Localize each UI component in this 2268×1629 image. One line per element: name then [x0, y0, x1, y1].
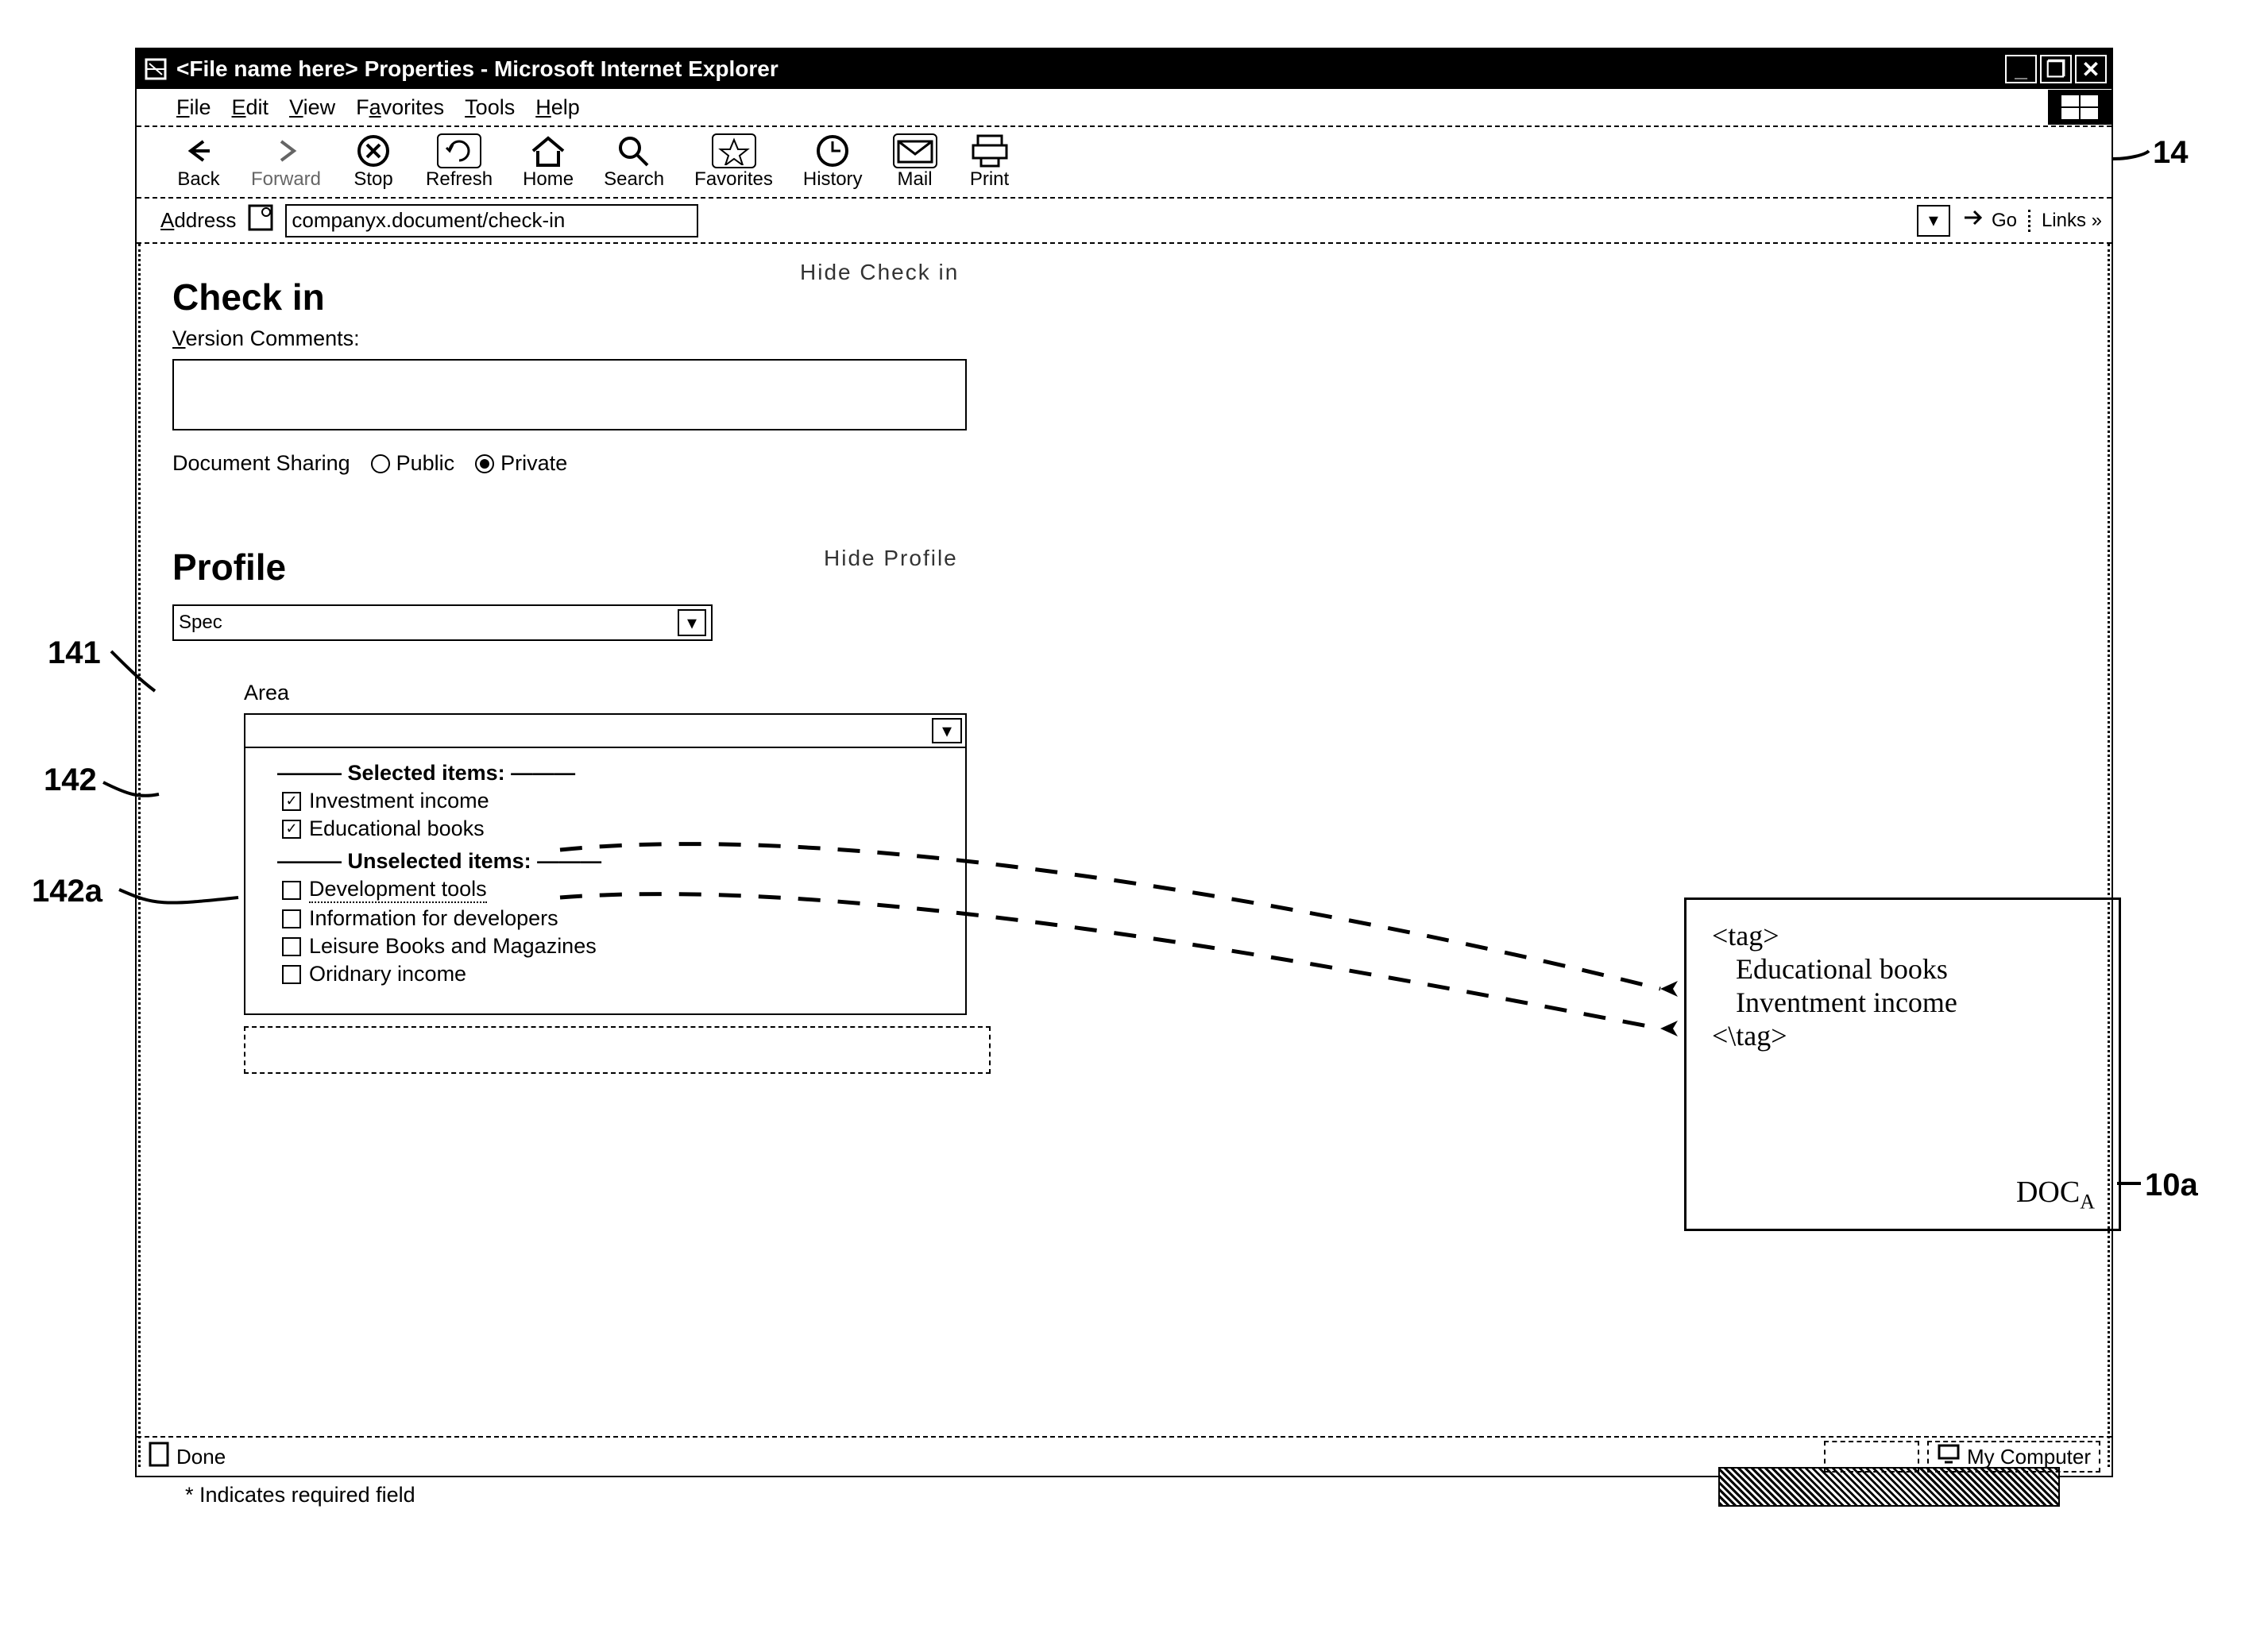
area-section: Area ▾ Selected items: Investment income… — [244, 681, 991, 1074]
annot-14: 14 — [2153, 135, 2189, 171]
forward-arrow-icon — [264, 133, 308, 168]
address-dropdown[interactable]: ▾ — [1917, 205, 1950, 237]
menu-help[interactable]: Help — [535, 95, 580, 120]
item-investment-income[interactable]: Investment income — [282, 789, 949, 813]
go-button[interactable]: Go — [1961, 206, 2017, 235]
forward-button[interactable]: Forward — [251, 133, 321, 191]
menu-favorites[interactable]: Favorites — [356, 95, 444, 120]
profile-heading: Profile — [172, 546, 713, 589]
computer-icon — [1937, 1443, 1961, 1471]
refresh-icon — [437, 133, 481, 168]
zone-segment: My Computer — [1927, 1441, 2100, 1473]
search-icon — [612, 133, 656, 168]
menu-file[interactable]: File — [176, 95, 211, 120]
item-development-tools[interactable]: Development tools — [282, 877, 949, 903]
address-label: Address — [160, 208, 236, 233]
minimize-button[interactable]: _ — [2005, 55, 2037, 83]
toolbar: Back Forward Stop Refresh Home — [137, 127, 2112, 199]
area-sub-frame — [244, 1026, 991, 1074]
unselected-items: Development tools Information for develo… — [282, 877, 949, 986]
close-button[interactable]: ✕ — [2075, 55, 2107, 83]
search-button[interactable]: Search — [604, 133, 664, 191]
ie-window: <File name here> Properties - Microsoft … — [135, 48, 2113, 1477]
required-note: * Indicates required field — [185, 1483, 415, 1507]
spec-value: Spec — [179, 612, 222, 634]
item-leisure-books[interactable]: Leisure Books and Magazines — [282, 934, 949, 959]
version-comments-input[interactable] — [172, 359, 967, 430]
area-label: Area — [244, 681, 991, 705]
back-arrow-icon — [176, 133, 221, 168]
dropdown-icon: ▾ — [678, 609, 706, 636]
spec-select[interactable]: Spec ▾ — [172, 604, 713, 641]
doc-line1: Educational books — [1736, 952, 2093, 986]
content-pane: Hide Check in Check in Version Comments:… — [138, 244, 2110, 1467]
annot-141: 141 — [48, 635, 101, 671]
unselected-items-heading: Unselected items: — [277, 849, 949, 874]
dropdown-icon[interactable]: ▾ — [932, 718, 962, 743]
annot-142: 142 — [44, 762, 97, 798]
stop-button[interactable]: Stop — [351, 133, 396, 191]
sharing-public-radio[interactable]: Public — [371, 451, 455, 476]
item-info-for-developers[interactable]: Information for developers — [282, 906, 949, 931]
history-icon — [810, 133, 855, 168]
selected-items-heading: Selected items: — [277, 761, 949, 786]
favorites-button[interactable]: Favorites — [694, 133, 773, 191]
history-button[interactable]: History — [803, 133, 863, 191]
menu-edit[interactable]: Edit — [232, 95, 269, 120]
stop-icon — [351, 133, 396, 168]
doc-tag-box: <tag> Educational books Inventment incom… — [1684, 897, 2121, 1231]
progress-well — [1824, 1441, 1919, 1473]
profile-section: Profile Spec ▾ — [172, 546, 713, 641]
done-status: Done — [148, 1441, 226, 1473]
tag-open: <tag> — [1712, 919, 2093, 952]
home-icon — [526, 133, 570, 168]
annot-10a: 10a — [2145, 1168, 2198, 1203]
address-bar: Address companyx.document/check-in ▾ Go … — [137, 199, 2112, 244]
mail-button[interactable]: Mail — [893, 133, 937, 191]
throbber-icon — [2048, 90, 2112, 125]
area-listbox[interactable]: ▾ Selected items: Investment income Educ… — [244, 713, 967, 1015]
checkbox-icon — [282, 881, 301, 900]
go-icon — [1961, 206, 1985, 235]
home-button[interactable]: Home — [523, 133, 574, 191]
sharing-label: Document Sharing — [172, 451, 350, 476]
checkin-section: Check in Version Comments: Document Shar… — [172, 276, 999, 476]
page-icon — [247, 203, 274, 237]
address-input[interactable]: companyx.document/check-in — [285, 204, 698, 237]
menu-bar: File Edit View Favorites Tools Help — [137, 89, 2112, 127]
menu-view[interactable]: View — [289, 95, 335, 120]
version-comments-label: Version Comments: — [172, 326, 999, 351]
menu-tools[interactable]: Tools — [465, 95, 515, 120]
print-icon — [968, 133, 1012, 168]
window-title: <File name here> Properties - Microsoft … — [176, 56, 779, 82]
doc-label: DOCA — [2016, 1175, 2095, 1214]
item-educational-books[interactable]: Educational books — [282, 816, 949, 841]
checkbox-icon — [282, 937, 301, 956]
checkbox-icon — [282, 820, 301, 839]
maximize-button[interactable]: ❐ — [2040, 55, 2072, 83]
checkbox-icon — [282, 909, 301, 928]
annot-142a: 142a — [32, 874, 102, 909]
sharing-private-radio[interactable]: Private — [475, 451, 567, 476]
links-button[interactable]: Links » — [2028, 210, 2102, 232]
app-icon — [141, 55, 170, 83]
item-ordinary-income[interactable]: Oridnary income — [282, 962, 949, 986]
favorites-icon — [712, 133, 756, 168]
print-button[interactable]: Print — [968, 133, 1012, 191]
title-bar: <File name here> Properties - Microsoft … — [137, 49, 2112, 89]
mail-icon — [893, 133, 937, 168]
back-button[interactable]: Back — [176, 133, 221, 191]
status-bar: Done My Computer — [137, 1436, 2112, 1476]
tag-close: <\tag> — [1712, 1019, 2093, 1052]
hide-profile-link[interactable]: Hide Profile — [824, 546, 958, 571]
refresh-button[interactable]: Refresh — [426, 133, 493, 191]
checkbox-icon — [282, 792, 301, 811]
checkin-heading: Check in — [172, 276, 999, 318]
document-icon — [148, 1441, 170, 1473]
doc-line2: Inventment income — [1736, 986, 2093, 1019]
checkbox-icon — [282, 965, 301, 984]
selected-items: Investment income Educational books — [282, 789, 949, 841]
